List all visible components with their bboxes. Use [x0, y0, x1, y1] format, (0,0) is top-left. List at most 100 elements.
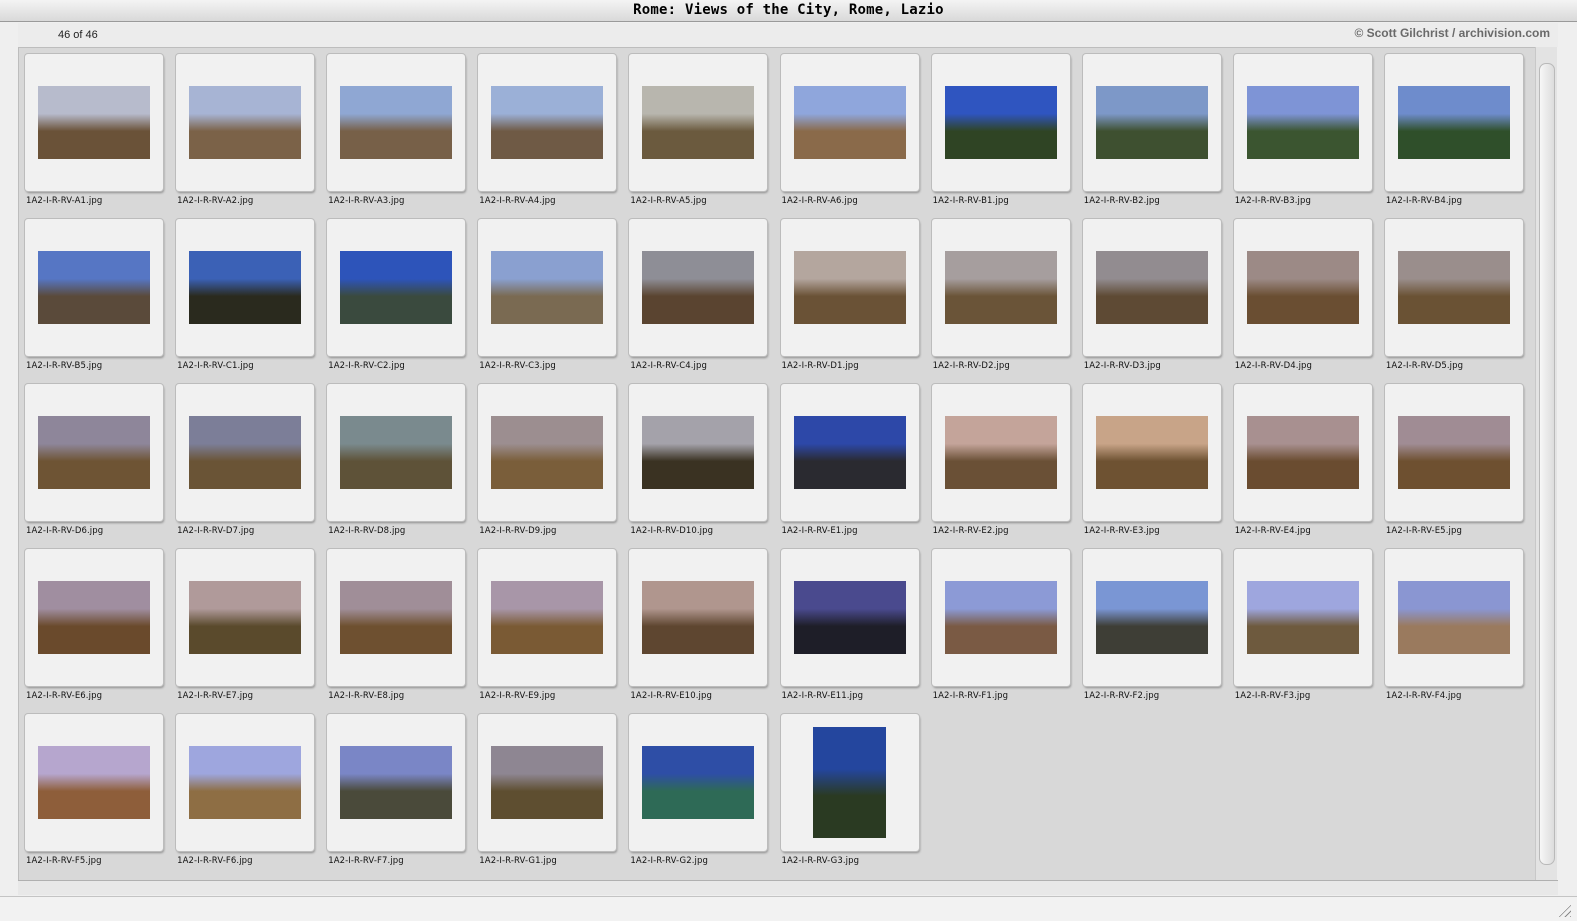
- thumbnail-image[interactable]: [793, 581, 906, 654]
- thumbnail-tile[interactable]: 1A2-I-R-RV-D10.jpg: [629, 384, 769, 544]
- thumbnail-tile[interactable]: 1A2-I-R-RV-A5.jpg: [629, 54, 769, 214]
- thumbnail-image[interactable]: [491, 416, 604, 489]
- slide-mount[interactable]: [629, 219, 768, 356]
- thumbnail-tile[interactable]: 1A2-I-R-RV-E8.jpg: [327, 549, 467, 709]
- thumbnail-image[interactable]: [340, 251, 453, 324]
- thumbnail-tile[interactable]: 1A2-I-R-RV-B5.jpg: [25, 219, 165, 379]
- thumbnail-tile[interactable]: 1A2-I-R-RV-F4.jpg: [1384, 549, 1525, 709]
- slide-mount[interactable]: [780, 54, 919, 191]
- thumbnail-image[interactable]: [340, 416, 453, 489]
- slide-mount[interactable]: [25, 549, 163, 686]
- thumbnail-tile[interactable]: 1A2-I-R-RV-D2.jpg: [931, 219, 1072, 379]
- slide-mount[interactable]: [327, 54, 466, 191]
- thumbnail-image[interactable]: [340, 746, 453, 819]
- thumbnail-tile[interactable]: 1A2-I-R-RV-D3.jpg: [1082, 219, 1223, 379]
- thumbnail-image[interactable]: [189, 581, 302, 654]
- slide-mount[interactable]: [629, 714, 768, 851]
- thumbnail-image[interactable]: [812, 727, 886, 838]
- thumbnail-image[interactable]: [340, 581, 453, 654]
- thumbnail-tile[interactable]: 1A2-I-R-RV-G2.jpg: [629, 714, 769, 874]
- slide-mount[interactable]: [327, 549, 466, 686]
- thumbnail-image[interactable]: [1246, 581, 1359, 654]
- thumbnail-tile[interactable]: 1A2-I-R-RV-E7.jpg: [176, 549, 316, 709]
- slide-mount[interactable]: [1233, 54, 1372, 191]
- thumbnail-tile[interactable]: 1A2-I-R-RV-E5.jpg: [1384, 384, 1525, 544]
- slide-mount[interactable]: [931, 549, 1070, 686]
- thumbnail-image[interactable]: [340, 86, 453, 159]
- thumbnail-tile[interactable]: 1A2-I-R-RV-D1.jpg: [780, 219, 921, 379]
- slide-mount[interactable]: [1233, 384, 1372, 521]
- thumbnail-image[interactable]: [38, 581, 150, 654]
- slide-mount[interactable]: [931, 384, 1070, 521]
- thumbnail-tile[interactable]: 1A2-I-R-RV-C2.jpg: [327, 219, 467, 379]
- vertical-scrollbar[interactable]: [1535, 47, 1557, 880]
- thumbnail-image[interactable]: [1095, 251, 1208, 324]
- slide-mount[interactable]: [25, 219, 163, 356]
- thumbnail-image[interactable]: [642, 86, 755, 159]
- thumbnail-tile[interactable]: 1A2-I-R-RV-B2.jpg: [1082, 54, 1223, 214]
- slide-mount[interactable]: [176, 384, 315, 521]
- slide-mount[interactable]: [780, 549, 919, 686]
- slide-mount[interactable]: [1384, 219, 1523, 356]
- thumbnail-image[interactable]: [944, 581, 1057, 654]
- thumbnail-image[interactable]: [189, 251, 302, 324]
- horizontal-scrollbar[interactable]: [18, 880, 1558, 895]
- thumbnail-tile[interactable]: 1A2-I-R-RV-A6.jpg: [780, 54, 921, 214]
- slide-mount[interactable]: [478, 714, 617, 851]
- slide-mount[interactable]: [931, 54, 1070, 191]
- thumbnail-image[interactable]: [491, 251, 604, 324]
- thumbnail-image[interactable]: [1397, 86, 1510, 159]
- slide-mount[interactable]: [478, 549, 617, 686]
- slide-mount[interactable]: [176, 54, 315, 191]
- thumbnail-tile[interactable]: 1A2-I-R-RV-E9.jpg: [478, 549, 618, 709]
- slide-mount[interactable]: [176, 714, 315, 851]
- thumbnail-tile[interactable]: 1A2-I-R-RV-E2.jpg: [931, 384, 1072, 544]
- slide-mount[interactable]: [931, 219, 1070, 356]
- slide-mount[interactable]: [176, 219, 315, 356]
- slide-mount[interactable]: [629, 384, 768, 521]
- thumbnail-image[interactable]: [189, 86, 302, 159]
- thumbnail-image[interactable]: [944, 86, 1057, 159]
- slide-mount[interactable]: [176, 549, 315, 686]
- thumbnail-tile[interactable]: 1A2-I-R-RV-F2.jpg: [1082, 549, 1223, 709]
- thumbnail-tile[interactable]: 1A2-I-R-RV-D8.jpg: [327, 384, 467, 544]
- thumbnail-tile[interactable]: 1A2-I-R-RV-F5.jpg: [25, 714, 165, 874]
- thumbnail-image[interactable]: [1397, 581, 1510, 654]
- thumbnail-image[interactable]: [793, 86, 906, 159]
- thumbnail-tile[interactable]: 1A2-I-R-RV-C1.jpg: [176, 219, 316, 379]
- slide-mount[interactable]: [1384, 549, 1523, 686]
- slide-mount[interactable]: [1082, 549, 1221, 686]
- slide-mount[interactable]: [327, 219, 466, 356]
- thumbnail-image[interactable]: [944, 251, 1057, 324]
- thumbnail-tile[interactable]: 1A2-I-R-RV-D6.jpg: [25, 384, 165, 544]
- slide-mount[interactable]: [327, 384, 466, 521]
- slide-mount[interactable]: [1082, 384, 1221, 521]
- thumbnail-image[interactable]: [38, 416, 150, 489]
- thumbnail-image[interactable]: [1095, 416, 1208, 489]
- thumbnail-image[interactable]: [642, 251, 755, 324]
- thumbnail-image[interactable]: [793, 416, 906, 489]
- thumbnail-tile[interactable]: 1A2-I-R-RV-C4.jpg: [629, 219, 769, 379]
- thumbnail-image[interactable]: [1246, 416, 1359, 489]
- thumbnail-tile[interactable]: 1A2-I-R-RV-A3.jpg: [327, 54, 467, 214]
- thumbnail-tile[interactable]: 1A2-I-R-RV-D4.jpg: [1233, 219, 1374, 379]
- thumbnail-tile[interactable]: 1A2-I-R-RV-D7.jpg: [176, 384, 316, 544]
- thumbnail-tile[interactable]: 1A2-I-R-RV-E3.jpg: [1082, 384, 1223, 544]
- slide-mount[interactable]: [1233, 219, 1372, 356]
- thumbnail-image[interactable]: [1397, 251, 1510, 324]
- thumbnail-image[interactable]: [642, 416, 755, 489]
- thumbnail-image[interactable]: [642, 746, 755, 819]
- thumbnail-tile[interactable]: 1A2-I-R-RV-A2.jpg: [176, 54, 316, 214]
- thumbnail-image[interactable]: [189, 746, 302, 819]
- thumbnail-tile[interactable]: 1A2-I-R-RV-E1.jpg: [780, 384, 921, 544]
- thumbnail-image[interactable]: [38, 86, 150, 159]
- thumbnail-tile[interactable]: 1A2-I-R-RV-A4.jpg: [478, 54, 618, 214]
- thumbnail-tile[interactable]: 1A2-I-R-RV-F6.jpg: [176, 714, 316, 874]
- thumbnail-tile[interactable]: 1A2-I-R-RV-B4.jpg: [1384, 54, 1525, 214]
- thumbnail-image[interactable]: [189, 416, 302, 489]
- thumbnail-image[interactable]: [38, 251, 150, 324]
- thumbnail-image[interactable]: [491, 581, 604, 654]
- thumbnail-image[interactable]: [1397, 416, 1510, 489]
- slide-mount[interactable]: [478, 219, 617, 356]
- slide-mount[interactable]: [629, 54, 768, 191]
